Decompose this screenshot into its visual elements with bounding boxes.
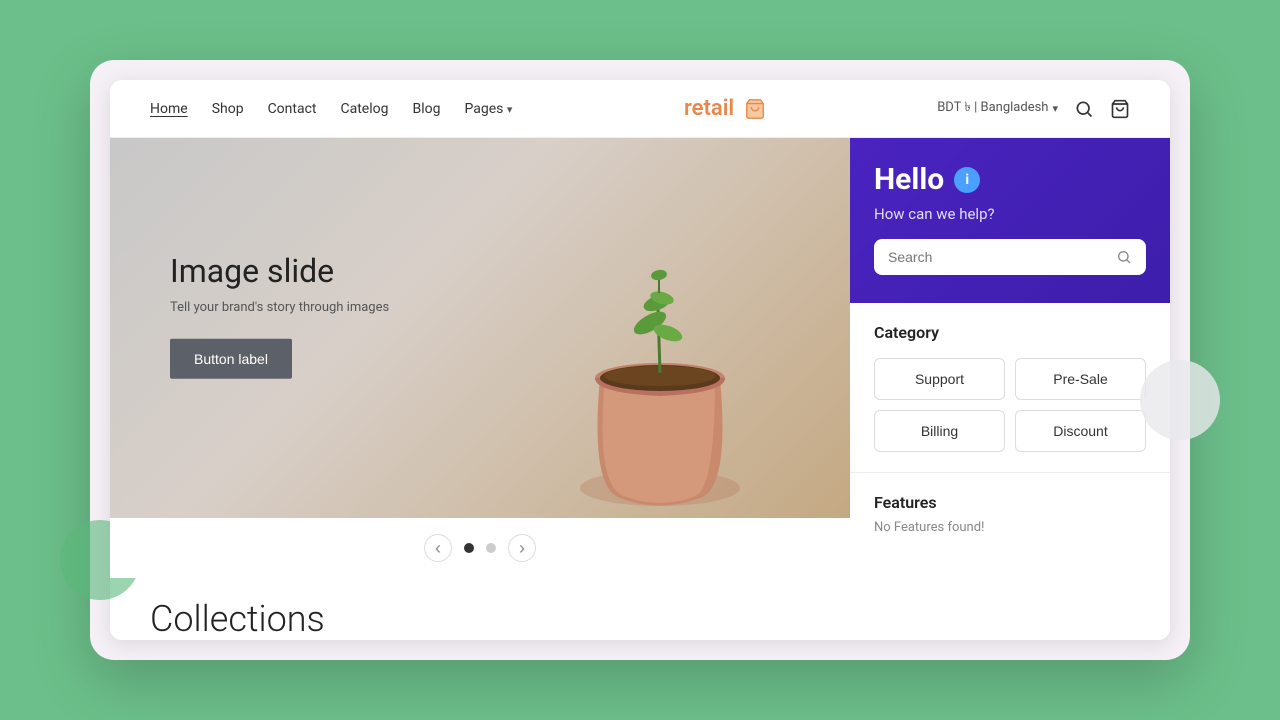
category-section: Category Support Pre-Sale Billing Discou…	[850, 303, 1170, 473]
carousel-dot-1[interactable]	[464, 543, 474, 553]
help-widget-header: Hello i How can we help?	[850, 138, 1170, 303]
cart-icon	[1110, 99, 1130, 119]
nav-links: Home Shop Contact Catelog Blog Pages ▾	[150, 101, 512, 117]
nav-link-home[interactable]: Home	[150, 101, 188, 117]
hero-text-block: Image slide Tell your brand's story thro…	[170, 252, 389, 379]
search-icon	[1074, 99, 1094, 119]
carousel-next-button[interactable]: ›	[508, 534, 536, 562]
category-presale[interactable]: Pre-Sale	[1015, 358, 1146, 400]
category-grid: Support Pre-Sale Billing Discount	[874, 358, 1146, 452]
carousel-prev-button[interactable]: ‹	[424, 534, 452, 562]
features-title: Features	[874, 493, 1146, 512]
search-button[interactable]	[1074, 99, 1094, 119]
hero-section: Image slide Tell your brand's story thro…	[110, 138, 850, 578]
currency-selector[interactable]: BDT ৳ | Bangladesh ▾	[937, 98, 1058, 119]
hero-button[interactable]: Button label	[170, 339, 292, 379]
nav-right-actions: BDT ৳ | Bangladesh ▾	[937, 98, 1130, 119]
nav-link-shop[interactable]: Shop	[212, 101, 244, 117]
nav-link-blog[interactable]: Blog	[412, 101, 440, 117]
hello-row: Hello i	[874, 162, 1146, 197]
decorative-blob-right	[1140, 360, 1220, 440]
category-billing[interactable]: Billing	[874, 410, 1005, 452]
features-empty-message: No Features found!	[874, 520, 1146, 535]
help-search-input[interactable]	[888, 249, 1108, 265]
site-logo: retail	[512, 96, 937, 121]
left-content: Image slide Tell your brand's story thro…	[110, 138, 850, 640]
currency-dropdown-arrow: ▾	[1052, 102, 1058, 115]
help-widget: Hello i How can we help?	[850, 138, 1170, 640]
browser-window: Home Shop Contact Catelog Blog Pages ▾ r…	[110, 80, 1170, 640]
collections-section: Collections	[110, 578, 850, 640]
hello-text: Hello	[874, 162, 944, 197]
collections-title: Collections	[150, 598, 810, 640]
nav-link-catelog[interactable]: Catelog	[341, 101, 389, 117]
plant-pot-svg	[550, 178, 770, 518]
hero-title: Image slide	[170, 252, 389, 290]
logo-bag-icon	[744, 98, 766, 120]
category-title: Category	[874, 323, 1146, 342]
hero-image: Image slide Tell your brand's story thro…	[110, 138, 850, 518]
hero-plant-illustration	[550, 178, 770, 518]
info-icon: i	[954, 167, 980, 193]
device-frame: Home Shop Contact Catelog Blog Pages ▾ r…	[90, 60, 1190, 660]
category-support[interactable]: Support	[874, 358, 1005, 400]
nav-link-pages[interactable]: Pages ▾	[464, 101, 512, 117]
hero-subtitle: Tell your brand's story through images	[170, 300, 389, 315]
category-discount[interactable]: Discount	[1015, 410, 1146, 452]
navigation: Home Shop Contact Catelog Blog Pages ▾ r…	[110, 80, 1170, 138]
help-subtitle: How can we help?	[874, 205, 1146, 223]
features-section: Features No Features found!	[850, 473, 1170, 555]
nav-link-contact[interactable]: Contact	[268, 101, 317, 117]
carousel-dot-2[interactable]	[486, 543, 496, 553]
carousel-controls: ‹ ›	[110, 518, 850, 578]
main-content: Image slide Tell your brand's story thro…	[110, 138, 1170, 640]
help-search-icon	[1116, 249, 1132, 265]
help-search-button[interactable]	[1116, 249, 1132, 265]
help-search-box	[874, 239, 1146, 275]
cart-button[interactable]	[1110, 99, 1130, 119]
